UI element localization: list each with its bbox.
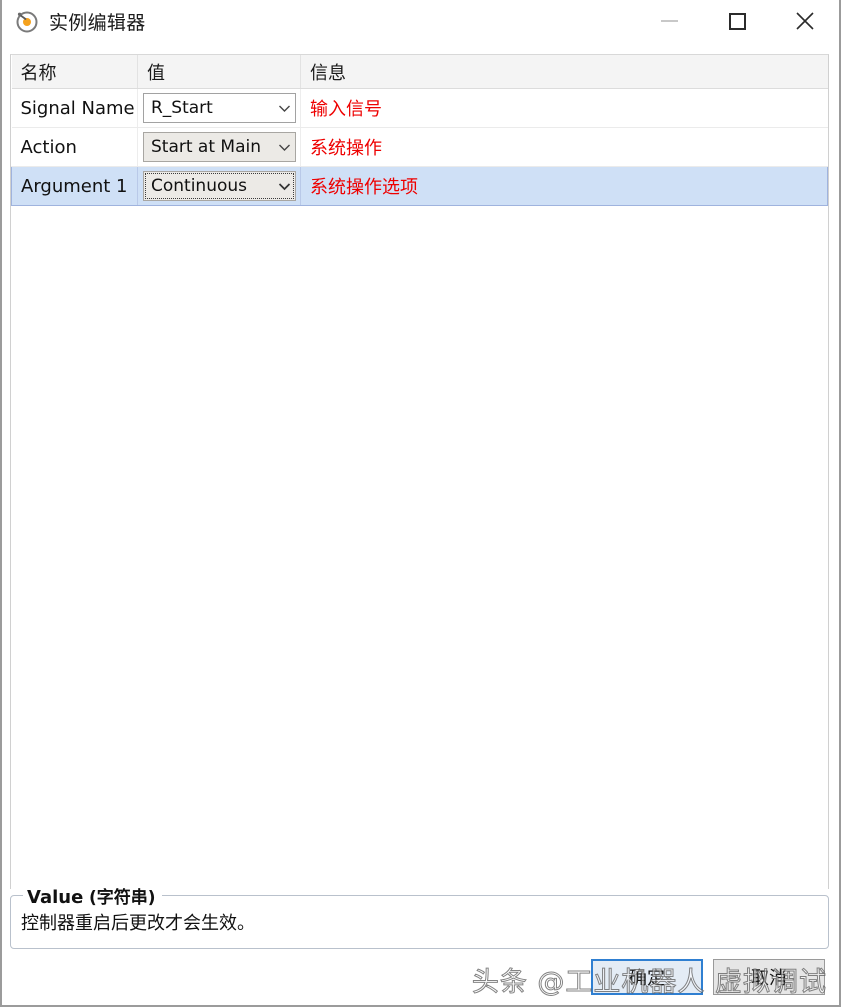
row-info-label: 系统操作选项 [310, 177, 418, 198]
table-row[interactable]: Argument 1 Continuous 系统操作选项 [11, 166, 828, 206]
maximize-icon [728, 12, 746, 30]
argument1-value: Continuous [151, 176, 248, 196]
row-info-cell: 系统操作 [300, 127, 828, 167]
chevron-down-icon [273, 104, 295, 113]
action-combobox[interactable]: Start at Main [143, 132, 296, 162]
cancel-button[interactable]: 取消 [713, 959, 825, 995]
property-grid[interactable]: 名称 值 信息 Signal Name R_Start 输入信号 Action … [10, 54, 829, 889]
signal-name-combobox[interactable]: R_Start [143, 93, 296, 123]
value-detail-title: Value (字符串) [23, 883, 162, 908]
column-header-info[interactable]: 信息 [300, 55, 828, 89]
column-header-value[interactable]: 值 [137, 55, 301, 89]
value-detail-title-main: Value [27, 887, 84, 908]
minimize-button[interactable] [635, 0, 703, 42]
instance-editor-icon [16, 11, 38, 33]
chevron-down-icon [273, 182, 295, 191]
row-name-cell: Argument 1 [11, 166, 138, 206]
table-row[interactable]: Signal Name R_Start 输入信号 [11, 88, 828, 128]
title-bar: 实例编辑器 [2, 0, 839, 42]
row-name-cell: Action [11, 127, 138, 167]
row-info-label: 系统操作 [310, 138, 382, 159]
close-icon [796, 12, 814, 30]
close-button[interactable] [771, 0, 839, 42]
value-detail-title-suffix: (字符串) [89, 888, 156, 908]
instance-editor-window: 实例编辑器 名称 值 信息 Signal Name R_Start 输入信号 A… [0, 0, 841, 1007]
row-name-label: Argument 1 [21, 175, 128, 197]
row-value-cell[interactable]: Start at Main [137, 127, 301, 167]
ok-button[interactable]: 确定 [591, 959, 703, 995]
row-info-cell: 系统操作选项 [300, 166, 828, 206]
minimize-icon [660, 20, 678, 22]
chevron-down-icon [273, 143, 295, 152]
grid-header-row: 名称 值 信息 [11, 55, 828, 89]
row-value-cell[interactable]: Continuous [137, 166, 301, 206]
window-title: 实例编辑器 [49, 11, 146, 34]
table-row[interactable]: Action Start at Main 系统操作 [11, 127, 828, 167]
row-value-cell[interactable]: R_Start [137, 88, 301, 128]
row-info-cell: 输入信号 [300, 88, 828, 128]
row-info-label: 输入信号 [310, 99, 382, 120]
maximize-button[interactable] [703, 0, 771, 42]
row-name-cell: Signal Name [11, 88, 138, 128]
window-controls [635, 0, 839, 42]
value-detail-groupbox: Value (字符串) 控制器重启后更改才会生效。 [10, 883, 829, 949]
action-value: Start at Main [151, 137, 262, 157]
signal-name-value: R_Start [151, 98, 213, 118]
row-name-label: Action [20, 136, 77, 158]
row-name-label: Signal Name [20, 97, 135, 119]
column-header-name[interactable]: 名称 [11, 55, 138, 89]
argument1-combobox[interactable]: Continuous [143, 171, 296, 201]
dialog-footer: 确定 取消 头条 @工业机器人 虚拟调试 [2, 949, 839, 1005]
